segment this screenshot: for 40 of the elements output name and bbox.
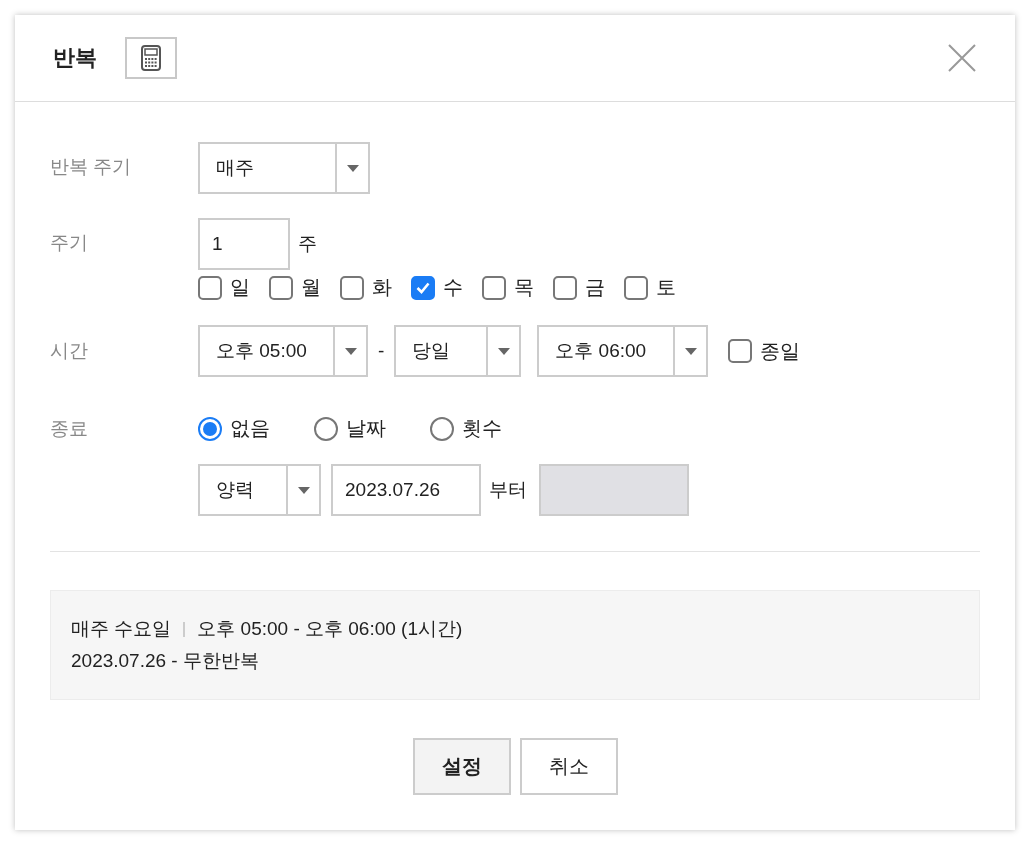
caret-icon	[344, 347, 357, 355]
weekday-checkbox[interactable]: 금	[553, 274, 605, 301]
weekday-checkbox[interactable]: 화	[340, 274, 392, 301]
field-label: 주기	[50, 231, 89, 255]
number-field[interactable]: 1	[198, 218, 290, 270]
field-label: 시간	[50, 339, 89, 363]
caret-icon	[497, 347, 510, 355]
calculator-icon	[141, 45, 161, 71]
dropdown[interactable]: 양력	[198, 464, 321, 516]
caret-icon	[297, 486, 310, 494]
unit-label: 주	[298, 232, 317, 256]
weekday-checkbox[interactable]: 월	[269, 274, 321, 301]
checkmark-icon	[416, 281, 430, 294]
end-option-radio[interactable]: 횟수	[430, 415, 502, 442]
all-day-checkbox[interactable]: 종일	[728, 337, 801, 365]
range-separator: -	[378, 340, 385, 362]
end-option-radio[interactable]: 없음	[198, 415, 270, 442]
end-option-radio[interactable]: 날짜	[314, 415, 386, 442]
dropdown[interactable]: 오후 06:00	[537, 325, 709, 377]
weekday-checkbox[interactable]: 토	[624, 274, 676, 301]
dropdown[interactable]: 오후 05:00	[198, 325, 368, 377]
summary-text: 오후 05:00 - 오후 06:00 (1시간)	[197, 617, 463, 641]
summary-text: 2023.07.26 - 무한반복	[71, 649, 259, 673]
confirm-button[interactable]: 설정	[412, 738, 511, 795]
from-label: 부터	[489, 478, 527, 502]
summary-text: 매주 수요일	[71, 617, 172, 641]
caret-icon	[346, 164, 359, 172]
calculator-button[interactable]	[125, 37, 177, 79]
close-button[interactable]	[947, 43, 977, 73]
cancel-button[interactable]: 취소	[519, 738, 618, 795]
dialog-title: 반복	[53, 44, 97, 72]
field-label: 반복 주기	[50, 155, 133, 179]
dropdown[interactable]: 당일	[394, 325, 522, 377]
date-field[interactable]: 2023.07.26	[331, 464, 481, 516]
weekday-checkbox[interactable]: 목	[482, 274, 534, 301]
dropdown[interactable]: 매주	[198, 142, 370, 194]
caret-icon	[684, 347, 697, 355]
weekday-checkbox[interactable]: 일	[198, 274, 250, 301]
weekday-checkbox[interactable]: 수	[411, 274, 463, 301]
field-label: 종료	[50, 416, 89, 441]
